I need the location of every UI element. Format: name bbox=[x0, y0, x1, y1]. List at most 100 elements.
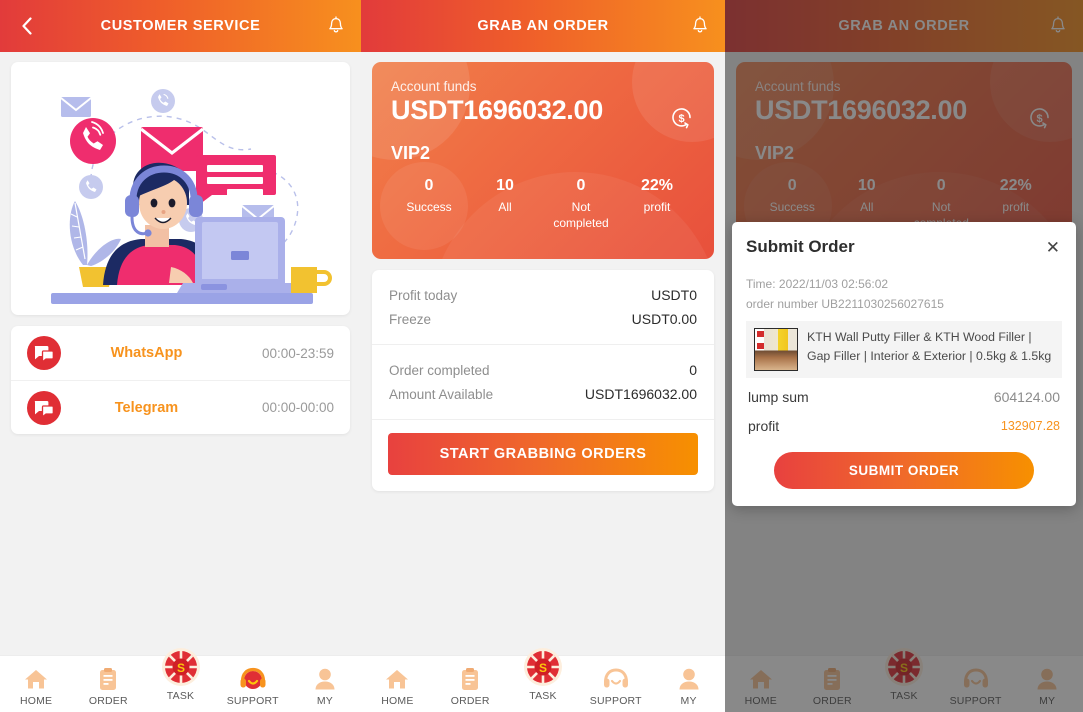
notification-button[interactable] bbox=[327, 16, 345, 36]
nav-item-my[interactable]: MY bbox=[289, 662, 361, 707]
nav-label: HOME bbox=[19, 694, 53, 707]
nav-label: SUPPORT bbox=[226, 694, 279, 707]
summary-card: Profit today USDT0 Freeze USDT0.00 Order… bbox=[372, 270, 714, 491]
order-number: order number UB2211030256027615 bbox=[746, 296, 944, 311]
modal-value: 132907.28 bbox=[1000, 418, 1060, 433]
stat-value: 10 bbox=[496, 177, 514, 194]
stat-label: profit bbox=[643, 200, 671, 214]
summary-row: Freeze USDT0.00 bbox=[389, 307, 697, 331]
stat-value: 0 bbox=[576, 177, 586, 194]
nav-item-support[interactable]: SUPPORT bbox=[579, 662, 652, 707]
order-meta: Time: 2022/11/03 02:56:02 order number U… bbox=[746, 275, 1062, 315]
phone-icon-small-left bbox=[78, 174, 103, 199]
home-icon bbox=[384, 662, 410, 692]
modal-value: 604124.00 bbox=[993, 388, 1060, 405]
submit-order-button[interactable]: SUBMIT ORDER bbox=[774, 451, 1034, 489]
screen-customer-service: CUSTOMER SERVICE WhatsApp 00:00-23:59 Te… bbox=[0, 0, 361, 712]
nav-item-home[interactable]: HOME bbox=[361, 662, 434, 707]
stat-value: 0 bbox=[424, 177, 434, 194]
modal-row-profit: profit 132907.28 bbox=[746, 407, 1062, 436]
svg-text:S: S bbox=[176, 661, 184, 675]
notification-button[interactable] bbox=[691, 16, 709, 36]
clipboard-icon bbox=[96, 662, 120, 692]
product-row: KTH Wall Putty Filler & KTH Wood Filler … bbox=[746, 320, 1062, 378]
back-button[interactable] bbox=[16, 17, 38, 35]
clipboard-icon bbox=[458, 662, 482, 692]
envelope-icon bbox=[59, 96, 92, 117]
summary-key: Order completed bbox=[389, 362, 490, 378]
stat-label: All bbox=[498, 200, 512, 214]
product-thumbnail bbox=[754, 327, 798, 371]
task-wheel-icon: S bbox=[161, 647, 201, 687]
modal-key: lump sum bbox=[748, 388, 809, 405]
order-time: Time: 2022/11/03 02:56:02 bbox=[746, 277, 889, 291]
cta-wrapper: START GRABBING ORDERS bbox=[372, 419, 714, 491]
header-grab-an-order: GRAB AN ORDER bbox=[361, 0, 725, 52]
nav-label: HOME bbox=[381, 694, 414, 707]
contact-row-whatsapp[interactable]: WhatsApp 00:00-23:59 bbox=[11, 326, 350, 380]
nav-item-support[interactable]: SUPPORT bbox=[217, 662, 289, 707]
summary-group-profit: Profit today USDT0 Freeze USDT0.00 bbox=[372, 270, 714, 344]
laptop-illustration bbox=[176, 216, 301, 293]
summary-value: USDT0.00 bbox=[631, 311, 697, 327]
summary-key: Profit today bbox=[389, 287, 458, 303]
nav-label: SUPPORT bbox=[589, 694, 642, 707]
nav-item-my[interactable]: MY bbox=[652, 662, 725, 707]
home-icon bbox=[23, 662, 49, 692]
summary-key: Amount Available bbox=[389, 386, 494, 402]
modal-cta-wrapper: SUBMIT ORDER bbox=[746, 436, 1062, 489]
person-icon bbox=[313, 662, 337, 692]
nav-item-order[interactable]: ORDER bbox=[72, 662, 144, 707]
modal-header: Submit Order ✕ bbox=[746, 237, 1062, 262]
stat-label: Success bbox=[406, 200, 452, 214]
svg-text:S: S bbox=[539, 661, 547, 675]
nav-label: TASK bbox=[166, 689, 195, 702]
summary-value: USDT0 bbox=[651, 287, 697, 303]
customer-service-illustration bbox=[50, 88, 332, 304]
summary-row: Profit today USDT0 bbox=[389, 283, 697, 307]
contact-list: WhatsApp 00:00-23:59 Telegram 00:00-00:0… bbox=[11, 326, 350, 434]
nav-item-order[interactable]: ORDER bbox=[434, 662, 507, 707]
account-funds-label: Account funds bbox=[391, 79, 477, 94]
nav-label: ORDER bbox=[88, 694, 128, 707]
contact-name: WhatsApp bbox=[110, 345, 183, 361]
summary-value: 0 bbox=[689, 362, 697, 378]
submit-order-modal: Submit Order ✕ Time: 2022/11/03 02:56:02… bbox=[732, 222, 1076, 506]
nav-label: TASK bbox=[529, 689, 557, 702]
nav-item-task[interactable]: S TASK bbox=[144, 647, 216, 702]
chat-bubble-icon bbox=[27, 390, 61, 425]
contact-row-telegram[interactable]: Telegram 00:00-00:00 bbox=[11, 380, 350, 434]
task-wheel-icon: S bbox=[523, 647, 563, 687]
stat-success: 0 Success bbox=[391, 177, 467, 231]
bottom-nav: HOME ORDER S bbox=[361, 647, 725, 712]
screen-grab-an-order: GRAB AN ORDER Account funds USDT1696032.… bbox=[361, 0, 725, 712]
stats-row: 0 Success 10 All 0 Not completed 22% pro… bbox=[391, 177, 695, 231]
nav-item-home[interactable]: HOME bbox=[0, 662, 72, 707]
nav-item-task[interactable]: S TASK bbox=[507, 647, 580, 702]
headset-icon bbox=[239, 662, 267, 692]
content-grab-an-order: Account funds USDT1696032.00 VIP2 $ 0 Su… bbox=[361, 52, 725, 655]
product-name: KTH Wall Putty Filler & KTH Wood Filler … bbox=[807, 329, 1052, 363]
modal-row-lump-sum: lump sum 604124.00 bbox=[746, 378, 1062, 407]
contact-hours: 00:00-23:59 bbox=[261, 345, 334, 361]
summary-row: Amount Available USDT1696032.00 bbox=[389, 382, 697, 406]
chat-bubble-icon bbox=[27, 336, 61, 370]
summary-group-orders: Order completed 0 Amount Available USDT1… bbox=[372, 344, 714, 419]
screen-submit-order: GRAB AN ORDER Account funds USDT1696032.… bbox=[725, 0, 1083, 712]
summary-key: Freeze bbox=[389, 311, 432, 327]
phone-icon-primary bbox=[69, 117, 116, 164]
svg-text:$: $ bbox=[678, 113, 684, 125]
start-grabbing-orders-button[interactable]: START GRABBING ORDERS bbox=[388, 433, 698, 475]
nav-label: MY bbox=[316, 694, 333, 707]
close-icon[interactable]: ✕ bbox=[1036, 237, 1062, 262]
page-title: GRAB AN ORDER bbox=[477, 18, 609, 34]
content-customer-service: WhatsApp 00:00-23:59 Telegram 00:00-00:0… bbox=[0, 52, 361, 655]
nav-label: MY bbox=[680, 694, 697, 707]
chat-bubble-icon bbox=[195, 154, 276, 207]
vip-level: VIP2 bbox=[391, 143, 431, 163]
bell-icon bbox=[329, 16, 343, 33]
money-refresh-icon[interactable]: $ bbox=[668, 104, 695, 136]
stat-label: Not completed bbox=[553, 200, 609, 231]
person-icon bbox=[677, 662, 701, 692]
stat-all: 10 All bbox=[467, 177, 543, 231]
